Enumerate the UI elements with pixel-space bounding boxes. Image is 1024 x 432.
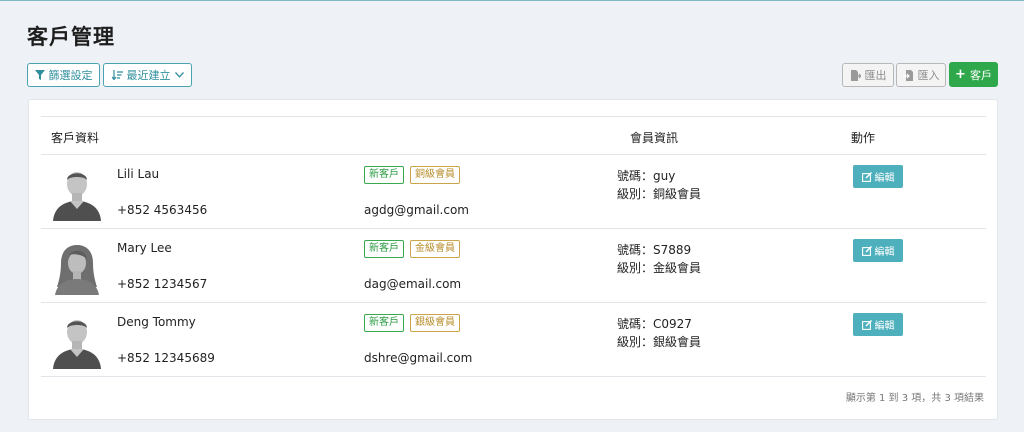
customer-badges: 新客戶 銀級會員 [364, 314, 460, 332]
plus-icon: + [955, 66, 966, 82]
customer-phone: +852 4563456 [117, 203, 208, 217]
filter-settings-button[interactable]: 篩選設定 [27, 63, 100, 87]
member-level: 級別：金級會員 [617, 261, 702, 275]
avatar-male-icon [53, 320, 101, 369]
customer-phone: +852 1234567 [117, 277, 208, 291]
customer-email: dag@email.com [364, 277, 462, 291]
export-button[interactable]: 匯出 [842, 63, 894, 87]
customer-email: agdg@gmail.com [364, 203, 469, 217]
avatar-male-icon [53, 172, 101, 221]
avatar-female-icon [55, 245, 99, 295]
add-customer-label: 客戶 [969, 68, 992, 82]
member-tier-badge: 銀級會員 [410, 314, 460, 332]
edit-button[interactable]: 編輯 [853, 313, 903, 336]
customer-table-card: 客戶資料 會員資訊 動作 Lili Lau +852 4563456 新客戶 銅… [28, 99, 998, 420]
edit-label: 編輯 [874, 173, 895, 184]
member-number: 號碼：C0927 [617, 317, 692, 331]
new-customer-badge: 新客戶 [364, 166, 404, 184]
page-title: 客戶管理 [27, 25, 115, 49]
member-number: 號碼：S7889 [617, 243, 692, 257]
table-row: Deng Tommy +852 12345689 新客戶 銀級會員 dshre@… [41, 303, 986, 377]
edit-icon [861, 245, 872, 256]
member-tier-badge: 金級會員 [410, 240, 460, 258]
avatar [51, 241, 103, 295]
edit-label: 編輯 [874, 247, 895, 258]
member-info: 號碼：guy 級別：銅級會員 [617, 167, 701, 203]
new-customer-badge: 新客戶 [364, 240, 404, 258]
chevron-down-icon [174, 72, 184, 78]
sort-dropdown[interactable]: 最近建立 [103, 63, 192, 87]
edit-icon [861, 171, 872, 182]
avatar [51, 167, 103, 221]
customer-name: Deng Tommy [117, 315, 196, 329]
export-icon [850, 69, 861, 81]
sort-label: 最近建立 [126, 69, 171, 82]
new-customer-badge: 新客戶 [364, 314, 404, 332]
customer-name: Mary Lee [117, 241, 172, 255]
import-button[interactable]: 匯入 [896, 63, 946, 87]
header-action: 動作 [851, 131, 876, 145]
table-row: Lili Lau +852 4563456 新客戶 銅級會員 agdg@gmai… [41, 155, 986, 229]
edit-button[interactable]: 編輯 [853, 239, 903, 262]
customer-email: dshre@gmail.com [364, 351, 473, 365]
avatar [51, 315, 103, 369]
customer-phone: +852 12345689 [117, 351, 215, 365]
filter-icon [34, 70, 45, 80]
member-info: 號碼：S7889 級別：金級會員 [617, 241, 701, 277]
table-row: Mary Lee +852 1234567 新客戶 金級會員 dag@email… [41, 229, 986, 303]
edit-icon [861, 319, 872, 330]
export-label: 匯出 [864, 69, 887, 82]
edit-label: 編輯 [874, 321, 895, 332]
import-label: 匯入 [917, 69, 940, 82]
member-level: 級別：銀級會員 [617, 335, 702, 349]
member-number: 號碼：guy [617, 169, 676, 183]
member-info: 號碼：C0927 級別：銀級會員 [617, 315, 701, 351]
table-header: 客戶資料 會員資訊 動作 [41, 116, 986, 155]
edit-button[interactable]: 編輯 [853, 165, 903, 188]
header-customer-info: 客戶資料 [51, 131, 100, 145]
customer-badges: 新客戶 金級會員 [364, 240, 460, 258]
customer-name: Lili Lau [117, 167, 160, 181]
add-customer-button[interactable]: + 客戶 [949, 62, 998, 87]
sort-icon [111, 70, 123, 80]
pagination-summary: 顯示第 1 到 3 項，共 3 項結果 [845, 393, 984, 404]
import-icon [902, 69, 913, 81]
customer-table: 客戶資料 會員資訊 動作 Lili Lau +852 4563456 新客戶 銅… [41, 116, 986, 377]
filter-settings-label: 篩選設定 [48, 69, 93, 82]
header-member-info: 會員資訊 [630, 131, 679, 145]
member-tier-badge: 銅級會員 [410, 166, 460, 184]
member-level: 級別：銅級會員 [617, 187, 702, 201]
customer-badges: 新客戶 銅級會員 [364, 166, 460, 184]
